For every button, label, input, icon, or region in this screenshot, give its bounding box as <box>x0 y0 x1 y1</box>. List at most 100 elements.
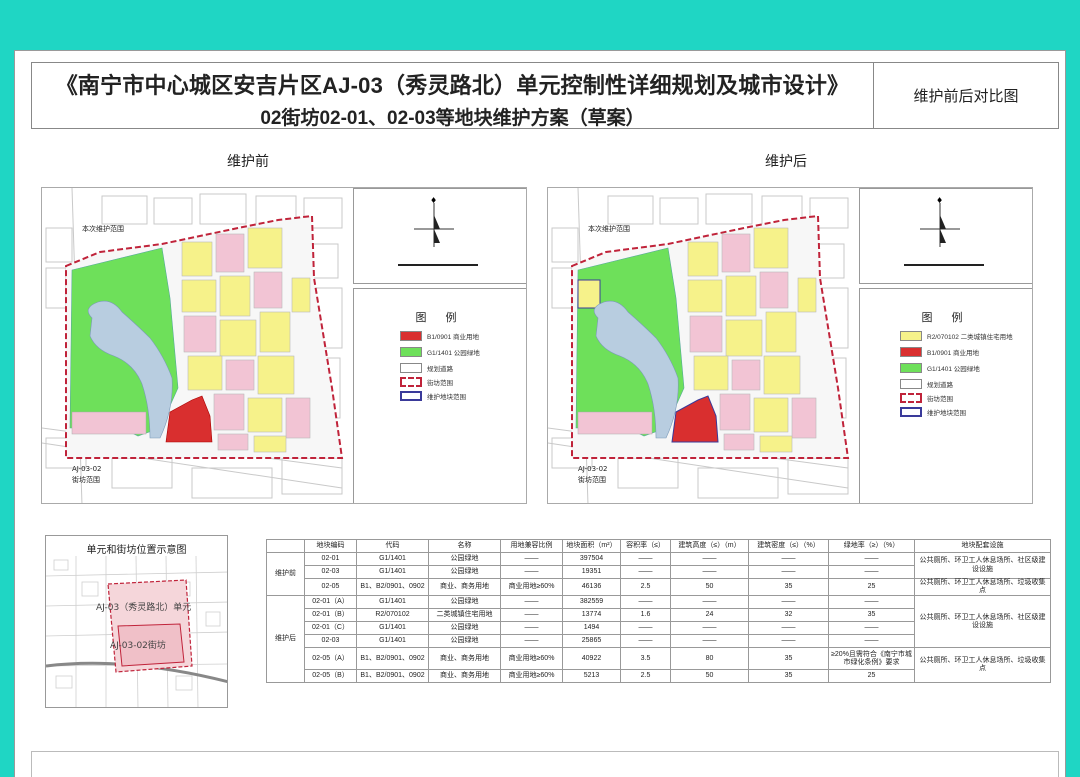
legend-item: 街坊范围 <box>900 393 953 403</box>
cell: 商业用地≥60% <box>500 669 563 684</box>
cell: 商业、商务用地 <box>428 577 501 597</box>
pink-strip <box>71 411 147 435</box>
cell: 02-01（B） <box>304 608 357 623</box>
location-map: 单元和街坊位置示意图 AJ-03（秀灵路北）单元 AJ-03-02街坊 <box>45 535 228 708</box>
location-map-drawing: AJ-03（秀灵路北）单元 AJ-03-02街坊 <box>46 555 227 707</box>
cell: 02-01 <box>304 552 357 566</box>
cell: 二类城镇住宅用地 <box>428 608 501 623</box>
cell: —— <box>620 595 671 610</box>
legend-label: 维护地块范围 <box>927 410 966 417</box>
legend-label: G1/1401 公园绿地 <box>427 350 480 357</box>
cell: B1、B2/0901、0902 <box>356 669 429 684</box>
title-box: 《南宁市中心城区安吉片区AJ-03（秀灵路北）单元控制性详细规划及城市设计》 0… <box>31 62 874 129</box>
legend-item: 维护地块范围 <box>400 391 466 401</box>
cell: 46136 <box>562 577 621 597</box>
table-header: 用地兼容比例 <box>500 539 563 553</box>
cell: B1、B2/0901、0902 <box>356 577 429 597</box>
before-legend: 图 例 B1/0901 商业用地 G1/1401 公园绿地 规划道路 街坊范围 … <box>353 288 526 503</box>
north-arrow-icon: ♦ <box>398 196 478 266</box>
after-map-panel: 本次维护范围 AJ-03-02 街坊范围 ♦ 图 例 R2/070102 二类城… <box>547 187 1033 504</box>
sub-title: 02街坊02-01、02-03等地块维护方案（草案） <box>260 108 645 129</box>
legend-label: 街坊范围 <box>427 380 453 387</box>
legend-label: R2/070102 二类城镇住宅用地 <box>927 334 1013 341</box>
svg-text:♦: ♦ <box>936 196 943 205</box>
cell: 382559 <box>562 595 621 610</box>
legend-swatch <box>400 391 422 401</box>
legend-label: B1/0901 商业用地 <box>927 350 980 357</box>
cell: —— <box>500 565 563 579</box>
table-header: 名称 <box>428 539 501 553</box>
cell: —— <box>620 634 671 649</box>
cell: 公园绿地 <box>428 552 501 566</box>
legend-item: 维护地块范围 <box>900 407 966 417</box>
cell: G1/1401 <box>356 634 429 649</box>
cell: —— <box>500 634 563 649</box>
before-map-panel: 本次维护范围 AJ-03-02 街坊范围 ♦ 图 例 B1/0901 商业用地 … <box>41 187 527 504</box>
cell: 公园绿地 <box>428 595 501 610</box>
cell: 商业、商务用地 <box>428 669 501 684</box>
main-title: 《南宁市中心城区安吉片区AJ-03（秀灵路北）单元控制性详细规划及城市设计》 <box>55 73 850 98</box>
cell: —— <box>828 552 915 566</box>
cell: 1.6 <box>620 608 671 623</box>
legend-swatch <box>400 347 422 357</box>
cell: —— <box>500 552 563 566</box>
after-compass-box: ♦ <box>859 188 1032 284</box>
cell: —— <box>500 595 563 610</box>
cell: 35 <box>828 608 915 623</box>
cell: 02-03 <box>304 634 357 649</box>
legend-swatch <box>400 377 422 387</box>
cell: 5213 <box>562 669 621 684</box>
legend-label: B1/0901 商业用地 <box>427 334 480 341</box>
cell: —— <box>748 634 829 649</box>
cell: 公共厕所、环卫工人休息场所、社区级建设设施 <box>914 595 1051 649</box>
block-label-name: 街坊范围 <box>578 475 606 484</box>
cell: 02-01（A） <box>304 595 357 610</box>
cell: —— <box>748 565 829 579</box>
cell: G1/1401 <box>356 565 429 579</box>
cell: —— <box>748 595 829 610</box>
table-row: 02-05 B1、B2/0901、0902 商业、商务用地 商业用地≥60% 4… <box>267 577 1051 597</box>
table-header: 建筑高度（≤）（m） <box>670 539 749 553</box>
cell: —— <box>828 621 915 636</box>
legend-swatch <box>400 363 422 373</box>
legend-title: 图 例 <box>921 312 971 324</box>
cell: —— <box>828 565 915 579</box>
cell: —— <box>670 565 749 579</box>
legend-label: 规划道路 <box>927 382 953 389</box>
legend-swatch <box>900 331 922 341</box>
after-legend: 图 例 R2/070102 二类城镇住宅用地 B1/0901 商业用地 G1/1… <box>859 288 1032 503</box>
cell: G1/1401 <box>356 621 429 636</box>
legend-item: R2/070102 二类城镇住宅用地 <box>900 331 1013 341</box>
after-label: 维护后 <box>765 153 807 169</box>
cell: 公园绿地 <box>428 565 501 579</box>
footer-strip <box>31 751 1059 777</box>
cell: —— <box>828 595 915 610</box>
cell: 35 <box>748 647 829 671</box>
cell: —— <box>828 634 915 649</box>
before-compass-box: ♦ <box>353 188 526 284</box>
cell: 50 <box>670 669 749 684</box>
cell: 公园绿地 <box>428 634 501 649</box>
table-row: 维护后 02-01（A） G1/1401 公园绿地 —— 382559 —— —… <box>266 595 1051 684</box>
cell: B1、B2/0901、0902 <box>356 647 429 671</box>
cell: 32 <box>748 608 829 623</box>
legend-label: G1/1401 公园绿地 <box>927 366 980 373</box>
table-header: 建筑密度（≤）（%） <box>748 539 829 553</box>
cell: 40922 <box>562 647 621 671</box>
scope-label: 本次维护范围 <box>588 224 630 233</box>
cell: 35 <box>748 669 829 684</box>
table-header <box>266 539 305 553</box>
cell: 80 <box>670 647 749 671</box>
residential-yellow-new <box>577 279 601 309</box>
cell: —— <box>500 621 563 636</box>
cell: 商业用地≥60% <box>500 577 563 597</box>
cell: 35 <box>748 577 829 597</box>
cell: 02-03 <box>304 565 357 579</box>
cell: —— <box>670 634 749 649</box>
legend-item: 规划道路 <box>900 379 953 389</box>
svg-text:♦: ♦ <box>430 196 437 205</box>
table-row: 02-05（A） B1、B2/0901、0902 商业、商务用地 商业用地≥60… <box>267 647 1051 684</box>
cell: G1/1401 <box>356 552 429 566</box>
cell: 02-05（B） <box>304 669 357 684</box>
legend-swatch <box>900 407 922 417</box>
